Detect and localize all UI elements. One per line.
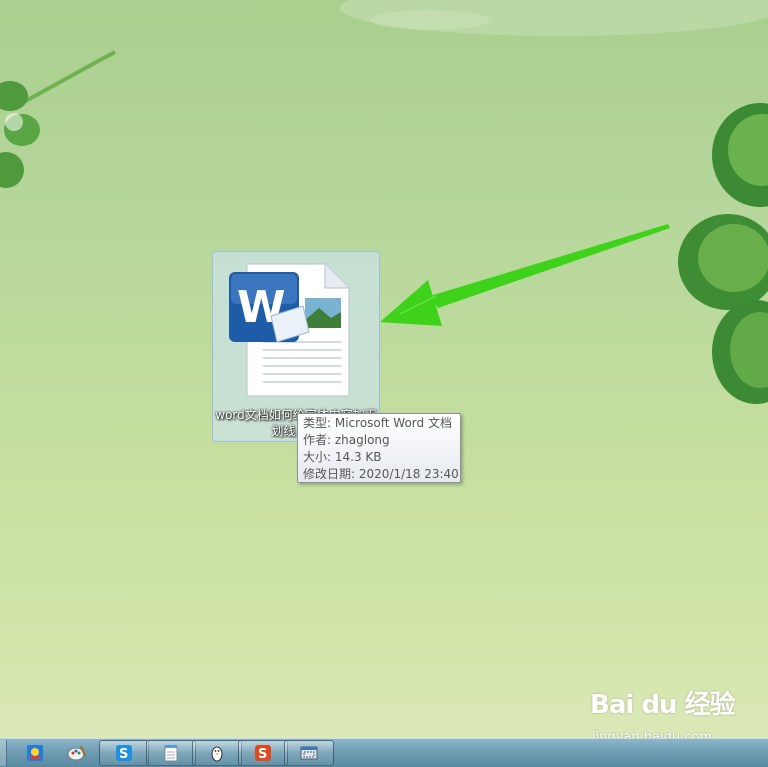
blue-app-icon xyxy=(27,745,43,761)
taskbar-button-sogou[interactable]: S xyxy=(99,740,149,766)
sogou-s-icon: S xyxy=(116,745,132,762)
window-capture-icon xyxy=(300,746,318,760)
baidu-jingyan-watermark: Bai du 经验 jingyan.baidu.com xyxy=(590,684,760,738)
qq-penguin-icon xyxy=(211,746,223,762)
desktop[interactable]: W word文档如何给字体内容加下划线.doc 类型: Microsoft Wo… xyxy=(0,0,768,738)
taskbar-button-capture[interactable] xyxy=(284,740,334,766)
taskbar: S S xyxy=(0,738,768,767)
taskbar-button-paint[interactable] xyxy=(52,740,102,766)
taskbar-edge xyxy=(0,740,7,766)
svg-text:S: S xyxy=(258,747,267,762)
annotation-arrow xyxy=(380,224,670,326)
wps-s-icon: S xyxy=(255,745,271,762)
taskbar-button-qq[interactable] xyxy=(192,740,242,766)
taskbar-button-notepad[interactable] xyxy=(146,740,196,766)
watermark-url: jingyan.baidu.com xyxy=(592,730,712,738)
baidu-logo: Bai du 经验 xyxy=(590,690,735,720)
paint-palette-icon xyxy=(67,745,86,761)
svg-text:S: S xyxy=(119,747,128,762)
notepad-icon xyxy=(164,745,178,762)
taskbar-button-wps[interactable]: S xyxy=(238,740,288,766)
